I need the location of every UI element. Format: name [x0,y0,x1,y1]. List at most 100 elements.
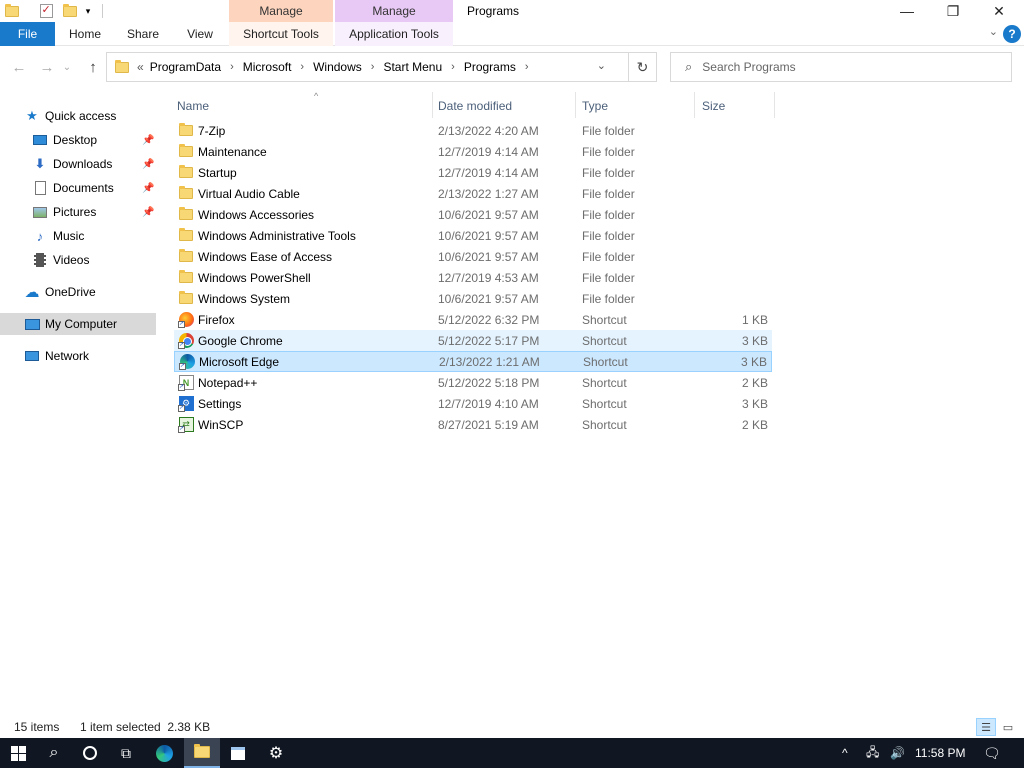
up-button[interactable]: ↑ [83,57,103,77]
edge-icon[interactable] [146,738,182,768]
file-row[interactable]: ⇄ ↗ WinSCP 8/27/2021 5:19 AM Shortcut 2 K… [174,414,772,435]
chevron-right-icon[interactable]: › [230,61,234,73]
breadcrumb-programdata[interactable]: ProgramData [150,60,221,74]
file-row[interactable]: N ↗ Notepad++ 5/12/2022 5:18 PM Shortcut … [174,372,772,393]
sidebar-item-documents[interactable]: Documents 📌 [32,177,160,199]
breadcrumb-overflow[interactable]: « [137,60,144,74]
customize-toolbar-icon[interactable]: ▾ [80,3,96,19]
quick-access-toolbar: ▾ [0,0,103,22]
file-type: File folder [582,144,635,159]
sidebar-item-desktop[interactable]: Desktop 📌 [32,129,160,151]
sidebar-item-music[interactable]: ♪ Music [32,225,85,247]
file-row[interactable]: Windows System 10/6/2021 9:57 AM File fo… [174,288,772,309]
sidebar-item-pictures[interactable]: Pictures 📌 [32,201,160,223]
search-icon[interactable]: ⌕ [36,738,72,768]
file-row-selected[interactable]: ↗ Microsoft Edge 2/13/2022 1:21 AM Short… [174,351,772,372]
details-view-icon[interactable]: ☰ [976,718,996,736]
file-list: Name ^ Date modified Type Size 7-Zip 2/1… [160,88,1024,718]
file-row[interactable]: 7-Zip 2/13/2022 4:20 AM File folder [174,120,772,141]
sort-ascending-icon: ^ [314,91,319,101]
properties-icon[interactable] [38,3,54,19]
tab-application-tools[interactable]: Application Tools [335,22,453,46]
column-header-date-modified[interactable]: Date modified [438,93,574,119]
tab-home[interactable]: Home [62,22,108,46]
chevron-right-icon[interactable]: › [525,61,529,73]
refresh-button[interactable]: ↻ [629,52,657,82]
sidebar-item-label: Network [45,349,90,363]
maximize-button[interactable]: ❐ [930,0,976,22]
start-icon[interactable] [0,738,36,768]
file-row[interactable]: ↗ Google Chrome 5/12/2022 5:17 PM Shortc… [174,330,772,351]
tab-view[interactable]: View [178,22,222,46]
pictures-icon [32,204,48,220]
network-icon [24,348,40,364]
sidebar-item-videos[interactable]: Videos [32,249,89,271]
column-divider[interactable] [774,92,775,118]
column-header-name[interactable]: Name ^ [177,91,432,119]
help-icon[interactable]: ? [1003,25,1021,43]
file-row[interactable]: Maintenance 12/7/2019 4:14 AM File folde… [174,141,772,162]
file-row[interactable]: Startup 12/7/2019 4:14 AM File folder [174,162,772,183]
chevron-right-icon[interactable]: › [300,61,304,73]
column-divider[interactable] [575,92,576,118]
file-date: 2/13/2022 1:27 AM [438,186,539,201]
expand-ribbon-icon[interactable]: ⌄ [989,25,998,38]
clock[interactable]: 11:58 PM [915,738,965,768]
file-row[interactable]: Windows PowerShell 12/7/2019 4:53 AM Fil… [174,267,772,288]
close-button[interactable]: ✕ [976,0,1022,22]
breadcrumb-start-menu[interactable]: Start Menu [383,60,442,74]
address-history-dropdown[interactable]: ⌄ [597,59,606,72]
breadcrumb-programs[interactable]: Programs [464,60,516,74]
file-name: Firefox [198,312,235,327]
search-input[interactable]: Search Programs [702,60,795,74]
tab-file[interactable]: File [0,22,55,46]
chevron-right-icon[interactable]: › [371,61,375,73]
chevron-right-icon[interactable]: › [451,61,455,73]
column-divider[interactable] [694,92,695,118]
file-row[interactable]: Virtual Audio Cable 2/13/2022 1:27 AM Fi… [174,183,772,204]
file-date: 10/6/2021 9:57 AM [438,291,539,306]
file-row[interactable]: Windows Accessories 10/6/2021 9:57 AM Fi… [174,204,772,225]
file-explorer-icon[interactable] [184,738,220,768]
column-header-size[interactable]: Size [702,93,772,119]
large-icons-view-icon[interactable]: ▭ [998,718,1018,736]
file-row[interactable]: Windows Ease of Access 10/6/2021 9:57 AM… [174,246,772,267]
back-button[interactable]: ← [9,57,29,77]
sidebar-item-quick-access[interactable]: ★ Quick access [24,105,116,127]
file-size: 2 KB [741,417,768,432]
file-row[interactable]: Windows Administrative Tools 10/6/2021 9… [174,225,772,246]
sidebar-item-network[interactable]: Network [24,345,89,367]
pin-icon: 📌 [142,158,155,170]
file-type: File folder [582,249,635,264]
breadcrumb-windows[interactable]: Windows [313,60,362,74]
new-folder-icon[interactable] [62,3,78,19]
minimize-button[interactable]: — [884,0,930,22]
notifications-icon[interactable]: 🗨 [983,738,1001,768]
tab-share[interactable]: Share [120,22,166,46]
file-row[interactable]: ⚙ ↗ Settings 12/7/2019 4:10 AM Shortcut 3… [174,393,772,414]
show-hidden-icons-icon[interactable]: ^ [842,738,848,768]
address-bar[interactable]: « ProgramData › Microsoft › Windows › St… [106,52,629,82]
tab-shortcut-tools[interactable]: Shortcut Tools [229,22,333,46]
breadcrumb-microsoft[interactable]: Microsoft [243,60,292,74]
sidebar-item-downloads[interactable]: ⬇ Downloads 📌 [32,153,160,175]
column-header-type[interactable]: Type [582,93,692,119]
settings-icon[interactable]: ⚙ [258,738,294,768]
column-divider[interactable] [432,92,433,118]
network-status-icon[interactable]: 🖧 [866,738,879,768]
file-name: Google Chrome [198,333,283,348]
file-size: 2 KB [741,375,768,390]
search-box[interactable]: ⌕ Search Programs [670,52,1012,82]
file-date: 5/12/2022 6:32 PM [438,312,540,327]
recent-locations-button[interactable]: ⌄ [61,57,73,77]
store-icon[interactable] [220,738,256,768]
volume-icon[interactable]: 🔊 [890,738,905,768]
file-type: Shortcut [582,312,627,327]
cloud-icon: ☁ [24,284,40,301]
sidebar-item-onedrive[interactable]: ☁ OneDrive [24,281,96,303]
forward-button[interactable]: → [37,57,57,77]
task-view-icon[interactable]: ⧉ [108,738,144,768]
file-row[interactable]: ↗ Firefox 5/12/2022 6:32 PM Shortcut 1 K… [174,309,772,330]
cortana-icon[interactable] [72,738,108,768]
sidebar-item-my-computer[interactable]: My Computer [0,313,156,335]
